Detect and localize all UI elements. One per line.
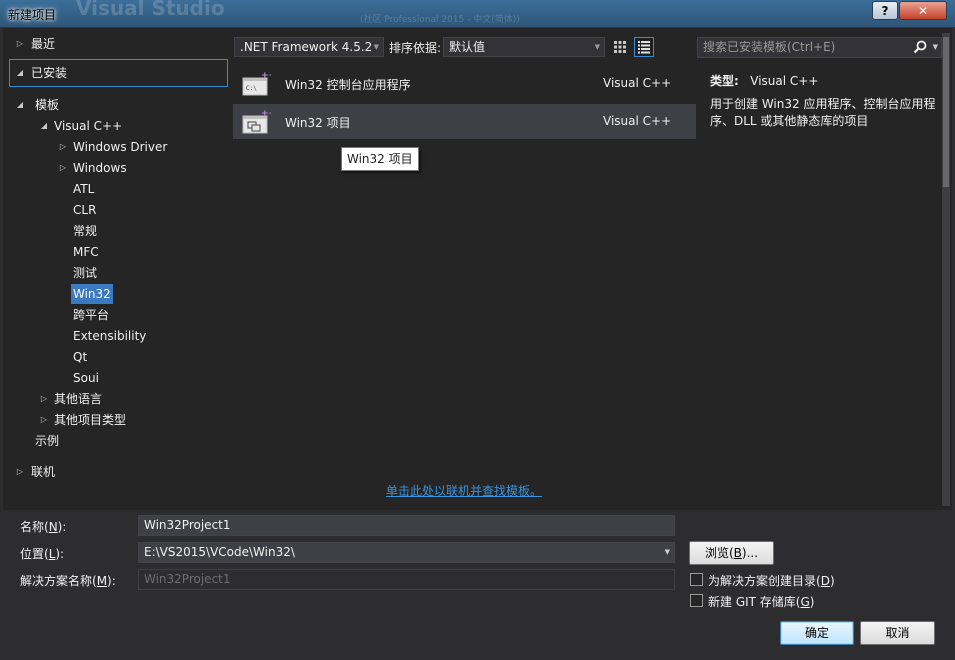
description-type-label: 类型: — [710, 74, 739, 88]
cancel-button[interactable]: 取消 — [860, 621, 935, 645]
list-view-icon — [638, 41, 650, 54]
tree-item-label: Windows — [73, 161, 127, 175]
title-bar: Visual Studio (社区 Professional 2015 - 中文… — [0, 0, 955, 28]
tree-item-label-selected: Win32 — [71, 284, 113, 304]
location-combo[interactable]: E:\VS2015\VCode\Win32\ ▼ — [138, 542, 675, 563]
browse-button[interactable]: 浏览(B)... — [689, 541, 774, 565]
chevron-down-icon: ▼ — [373, 43, 379, 51]
description-type-value: Visual C++ — [750, 74, 819, 88]
location-label: 位置(L): — [20, 547, 65, 561]
help-icon: ? — [881, 3, 889, 18]
name-label: 名称(N): — [20, 520, 67, 534]
tree-item-label: 最近 — [31, 37, 56, 51]
console-app-icon: C:\ ++ — [242, 71, 271, 96]
chevron-down-icon[interactable]: ▼ — [933, 38, 938, 57]
expand-arrow-icon[interactable]: ▷ — [38, 389, 50, 409]
template-tooltip: Win32 项目 — [341, 147, 419, 171]
list-view-button[interactable] — [634, 37, 654, 57]
create-directory-label: 为解决方案创建目录(D) — [708, 574, 835, 588]
collapse-arrow-icon[interactable]: ◢ — [38, 116, 50, 136]
solution-name-value: Win32Project1 — [144, 572, 231, 586]
tree-item-label: 已安装 — [31, 66, 68, 80]
template-row-console-app[interactable]: C:\ ++ Win32 控制台应用程序 Visual C++ — [233, 66, 696, 101]
template-name: Win32 项目 — [285, 116, 351, 130]
tree-item-label: 测试 — [73, 266, 98, 280]
expand-arrow-icon[interactable]: ▷ — [14, 34, 26, 54]
tree-item-label: 联机 — [31, 465, 56, 479]
chevron-down-icon[interactable]: ▼ — [665, 543, 670, 562]
tree-item-label: CLR — [73, 203, 97, 217]
search-installed-templates-input[interactable]: 搜索已安装模板(Ctrl+E) ▼ — [697, 37, 942, 58]
expand-arrow-icon[interactable]: ▷ — [57, 137, 69, 157]
sort-select[interactable]: 默认值 ▼ — [443, 37, 605, 57]
template-list: C:\ ++ Win32 控制台应用程序 Visual C++ ++ Win32… — [233, 65, 696, 467]
template-name: Win32 控制台应用程序 — [285, 78, 411, 92]
collapse-arrow-icon[interactable]: ◢ — [14, 63, 26, 83]
checkbox-box[interactable] — [690, 594, 703, 607]
window-title: 新建项目 — [8, 8, 57, 22]
svg-text:C:\: C:\ — [246, 85, 257, 92]
tree-item-label: 跨平台 — [73, 308, 110, 322]
description-text: 用于创建 Win32 应用程序、控制台应用程序、DLL 或其他静态库的项目 — [710, 97, 936, 128]
tree-item-label: 其他项目类型 — [54, 413, 127, 427]
collapse-arrow-icon[interactable]: ◢ — [14, 95, 26, 115]
tree-item-label: Visual C++ — [54, 119, 123, 133]
framework-select[interactable]: .NET Framework 4.5.2 ▼ — [234, 37, 384, 57]
project-name-value: Win32Project1 — [144, 518, 231, 532]
project-name-input[interactable]: Win32Project1 — [138, 515, 675, 536]
search-icon[interactable] — [913, 40, 927, 54]
scrollbar-thumb[interactable] — [943, 37, 949, 187]
svg-text:++: ++ — [261, 109, 271, 119]
tree-item-label: Windows Driver — [73, 140, 168, 154]
tree-item-label: ATL — [73, 182, 95, 196]
help-button[interactable]: ? — [872, 1, 898, 20]
tree-item-label: 示例 — [35, 434, 60, 448]
tree-item-label: 常规 — [73, 224, 98, 238]
template-language: Visual C++ — [603, 114, 672, 128]
expand-arrow-icon[interactable]: ▷ — [57, 158, 69, 178]
small-icons-view-button[interactable] — [610, 37, 630, 57]
tree-item-label: Extensibility — [73, 329, 147, 343]
search-placeholder: 搜索已安装模板(Ctrl+E) — [703, 40, 836, 54]
tree-item-label: Qt — [73, 350, 88, 364]
background-ghost-subtext: (社区 Professional 2015 - 中文(简体)) — [360, 15, 520, 25]
description-type: 类型: Visual C++ — [710, 72, 818, 89]
tree-item-label: MFC — [73, 245, 99, 259]
template-language: Visual C++ — [603, 76, 672, 90]
expand-arrow-icon[interactable]: ▷ — [14, 462, 26, 482]
grid-view-icon — [614, 41, 626, 53]
tree-item-label: 其他语言 — [54, 392, 103, 406]
new-git-repo-label: 新建 GIT 存储库(G) — [708, 595, 815, 609]
find-templates-online-link[interactable]: 单击此处以联机并查找模板。 — [386, 482, 542, 499]
tree-item-label: Soui — [73, 371, 99, 385]
location-value: E:\VS2015\VCode\Win32\ — [144, 545, 295, 559]
solution-name-input[interactable]: Win32Project1 — [138, 569, 675, 590]
description-scrollbar[interactable] — [942, 33, 950, 506]
template-description-panel: 类型: Visual C++ 用于创建 Win32 应用程序、控制台应用程序、D… — [697, 65, 942, 467]
sort-select-value: 默认值 — [449, 40, 486, 54]
win32-project-icon: ++ — [242, 109, 271, 134]
expand-arrow-icon[interactable]: ▷ — [38, 410, 50, 430]
chevron-down-icon: ▼ — [594, 43, 600, 51]
template-row-win32-project[interactable]: ++ Win32 项目 Visual C++ — [233, 104, 696, 139]
svg-text:++: ++ — [261, 71, 271, 81]
close-button[interactable]: ✕ — [899, 1, 947, 20]
solution-name-label: 解决方案名称(M): — [20, 574, 116, 588]
ok-button[interactable]: 确定 — [780, 621, 854, 645]
close-icon: ✕ — [917, 3, 929, 18]
framework-select-value: .NET Framework 4.5.2 — [240, 40, 373, 54]
background-ghost-text: Visual Studio — [76, 0, 225, 20]
checkbox-box[interactable] — [690, 573, 703, 586]
sort-label: 排序依据: — [389, 41, 442, 55]
tree-item-label: 模板 — [35, 98, 60, 112]
